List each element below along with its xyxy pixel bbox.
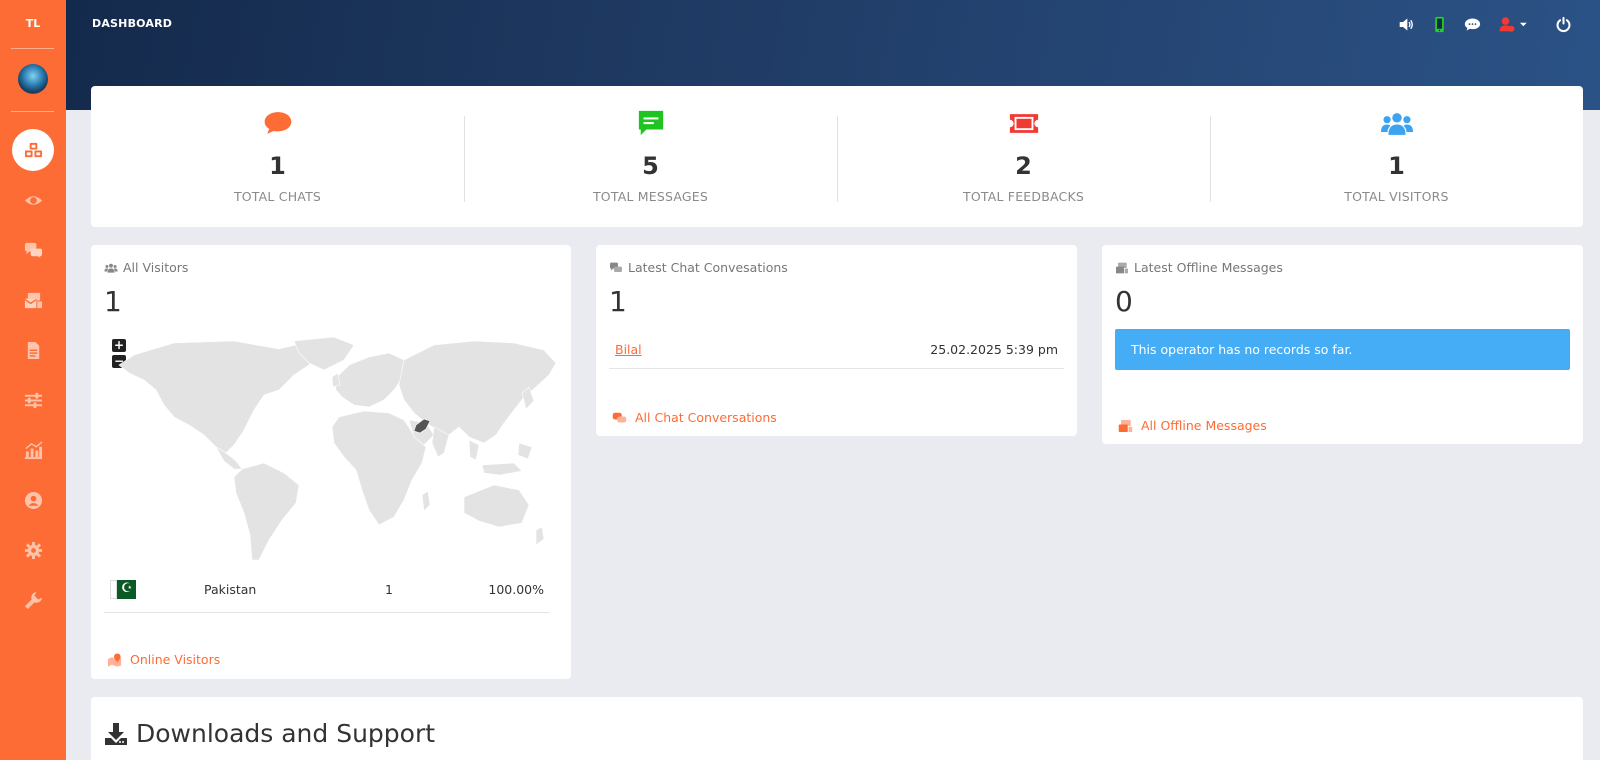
- all-chat-conversations-link[interactable]: All Chat Conversations: [612, 410, 777, 425]
- sidebar-item-dashboard[interactable]: [12, 129, 54, 171]
- panel-title-text: All Visitors: [123, 260, 189, 275]
- chat-visitor-link[interactable]: Bilal: [615, 342, 642, 357]
- sidebar-item-offline-messages[interactable]: [12, 279, 54, 321]
- comments-icon: [612, 412, 627, 422]
- sound-toggle[interactable]: [1396, 14, 1416, 34]
- sidebar-item-statistics[interactable]: [12, 429, 54, 471]
- visitors-count: 1: [104, 285, 122, 318]
- wrench-icon: [24, 591, 42, 609]
- link-text: Online Visitors: [130, 652, 221, 667]
- link-text: All Offline Messages: [1141, 418, 1267, 433]
- logout-button[interactable]: [1553, 14, 1573, 34]
- stat-value: 5: [642, 152, 659, 180]
- chat-toggle[interactable]: [1462, 14, 1482, 34]
- sidebar-item-profile[interactable]: [12, 479, 54, 521]
- download-icon: [105, 722, 127, 745]
- stats-card: 1 TOTAL CHATS 5 TOTAL MESSAGES 2 TOTAL F…: [91, 86, 1583, 227]
- sidebar-item-chats[interactable]: [12, 229, 54, 271]
- mail-bulk-icon: [24, 292, 42, 308]
- sidebar-item-settings-sliders[interactable]: [12, 379, 54, 421]
- online-visitors-link[interactable]: Online Visitors: [107, 652, 220, 667]
- stat-label: TOTAL CHATS: [233, 189, 322, 204]
- panel-title: Latest Chat Convesations: [609, 260, 788, 275]
- panel-title-text: Latest Offline Messages: [1134, 260, 1283, 275]
- stat-total-visitors[interactable]: 1 TOTAL VISITORS: [1210, 86, 1583, 227]
- cubes-icon: [24, 142, 42, 157]
- world-map[interactable]: [104, 335, 557, 565]
- sidebar-divider: [11, 111, 54, 112]
- mobile-status[interactable]: [1429, 14, 1449, 34]
- sidebar-item-reports[interactable]: [12, 329, 54, 371]
- stat-value: 1: [1388, 152, 1405, 180]
- stat-label: TOTAL MESSAGES: [592, 189, 709, 204]
- stat-total-chats[interactable]: 1 TOTAL CHATS: [91, 86, 464, 227]
- users-icon: [104, 263, 118, 273]
- sidebar-item-monitor[interactable]: [12, 179, 54, 221]
- stat-total-messages[interactable]: 5 TOTAL MESSAGES: [464, 86, 837, 227]
- table-row[interactable]: ☪ Pakistan 1 100.00%: [104, 577, 550, 613]
- sidebar-item-tools[interactable]: [12, 579, 54, 621]
- visitors-panel: All Visitors 1 + − ☪ Pakistan 1 100.00% …: [91, 245, 571, 679]
- sidebar-divider: [11, 48, 54, 49]
- avatar[interactable]: [18, 64, 48, 94]
- no-records-notice: This operator has no records so far.: [1115, 329, 1570, 370]
- user-status-icon: [1499, 16, 1527, 32]
- chats-count: 1: [609, 285, 627, 318]
- stat-total-feedbacks[interactable]: 2 TOTAL FEEDBACKS: [837, 86, 1210, 227]
- mail-bulk-icon: [1118, 419, 1133, 432]
- chat-bubble-icon: [264, 112, 291, 134]
- mobile-icon: [1434, 16, 1444, 32]
- ticket-icon: [1009, 113, 1038, 133]
- message-icon: [638, 110, 663, 136]
- mail-bulk-icon: [1116, 262, 1128, 273]
- panel-title: All Visitors: [104, 260, 188, 275]
- visitor-count: 1: [385, 582, 393, 597]
- chats-panel: Latest Chat Convesations 1 Bilal 25.02.2…: [596, 245, 1077, 436]
- panel-title: Latest Offline Messages: [1115, 260, 1283, 275]
- volume-icon: [1399, 18, 1413, 30]
- section-title-text: Downloads and Support: [136, 719, 436, 748]
- stat-value: 1: [269, 152, 286, 180]
- visitor-percent: 100.00%: [488, 582, 544, 597]
- document-icon: [27, 341, 39, 359]
- visitor-country: Pakistan: [204, 582, 257, 597]
- panel-title-text: Latest Chat Convesations: [628, 260, 788, 275]
- chart-icon: [24, 440, 43, 459]
- power-icon: [1556, 16, 1570, 32]
- sidebar-item-settings[interactable]: [12, 529, 54, 571]
- comments-icon: [610, 262, 622, 272]
- eye-icon: [24, 195, 42, 205]
- map-marker-icon: [107, 652, 122, 667]
- stat-label: TOTAL FEEDBACKS: [962, 189, 1084, 204]
- offline-messages-panel: Latest Offline Messages 0 This operator …: [1102, 245, 1583, 444]
- chat-bubble-icon: [1464, 18, 1480, 30]
- user-status-dropdown[interactable]: [1496, 14, 1532, 34]
- offline-count: 0: [1115, 285, 1133, 318]
- all-offline-messages-link[interactable]: All Offline Messages: [1118, 418, 1267, 433]
- sidebar: TL: [0, 0, 66, 760]
- user-circle-icon: [24, 491, 42, 509]
- gear-icon: [24, 541, 42, 559]
- link-text: All Chat Conversations: [635, 410, 777, 425]
- page-title: DASHBOARD: [92, 17, 173, 30]
- comments-icon: [24, 242, 42, 258]
- section-title: Downloads and Support: [104, 719, 435, 748]
- sliders-icon: [24, 392, 42, 408]
- table-row[interactable]: Bilal 25.02.2025 5:39 pm: [609, 331, 1064, 369]
- chat-date: 25.02.2025 5:39 pm: [930, 342, 1058, 357]
- downloads-panel: Downloads and Support: [91, 697, 1583, 760]
- stat-label: TOTAL VISITORS: [1344, 189, 1449, 204]
- users-icon: [1380, 112, 1413, 135]
- sidebar-logo[interactable]: TL: [0, 17, 66, 30]
- stat-value: 2: [1015, 152, 1032, 180]
- pakistan-flag-icon: ☪: [110, 580, 136, 599]
